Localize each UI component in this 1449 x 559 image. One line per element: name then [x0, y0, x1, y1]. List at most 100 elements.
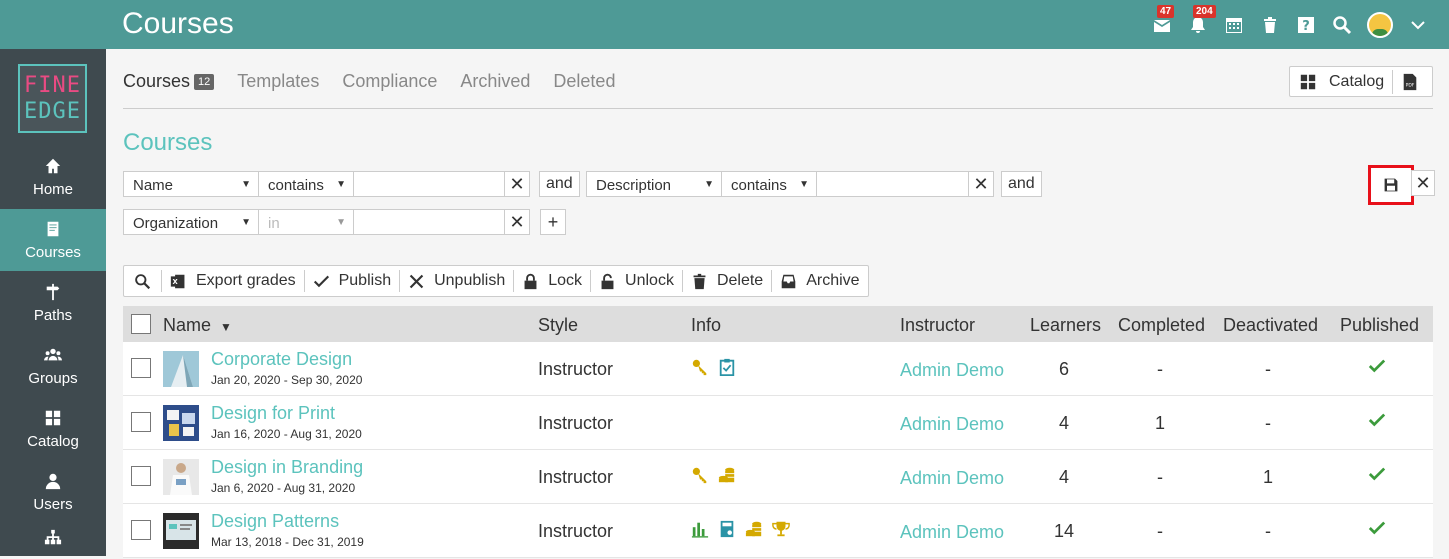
instructor-link[interactable]: Admin Demo [900, 522, 1004, 543]
export-grades-button[interactable]: X Export grades [162, 266, 304, 296]
svg-text:X: X [172, 278, 178, 286]
instructor-link[interactable]: Admin Demo [900, 360, 1004, 381]
course-name-link[interactable]: Corporate Design [211, 349, 352, 370]
sidebar-item-groups[interactable]: Groups [0, 335, 106, 397]
sidebar-item-home[interactable]: Home [0, 146, 106, 208]
column-header-name-label: Name [163, 315, 212, 335]
sidebar-item-paths[interactable]: Paths [0, 272, 106, 334]
filter-operator-select-1[interactable]: contains [258, 171, 354, 197]
tab-templates[interactable]: Templates [237, 71, 319, 92]
table-row[interactable]: Corporate Design Jan 20, 2020 - Sep 30, … [123, 342, 1433, 396]
column-header-completed[interactable]: Completed [1118, 315, 1205, 336]
published-check-icon [1368, 413, 1386, 427]
row-checkbox[interactable] [131, 358, 151, 378]
course-thumbnail[interactable] [163, 405, 199, 441]
sidebar-item-courses[interactable]: Courses [0, 209, 106, 271]
course-thumbnail[interactable] [163, 513, 199, 549]
filter-value-input-2[interactable] [816, 171, 969, 197]
filter-and-button[interactable]: and [1001, 171, 1042, 197]
tab-courses[interactable]: Courses 12 [123, 71, 215, 92]
filter-field-select-1[interactable]: Name [123, 171, 259, 197]
course-thumbnail[interactable] [163, 459, 199, 495]
row-checkbox[interactable] [131, 412, 151, 432]
learners-count: 14 [1053, 521, 1075, 541]
sort-down-icon: ▼ [220, 320, 232, 334]
table-row[interactable]: Design in Branding Jan 6, 2020 - Aug 31,… [123, 450, 1433, 504]
excel-icon: X [170, 274, 185, 288]
course-dates: Jan 6, 2020 - Aug 31, 2020 [211, 481, 356, 495]
column-header-published[interactable]: Published [1340, 315, 1419, 336]
unlock-icon [601, 273, 614, 289]
filter-value-input-1[interactable] [353, 171, 505, 197]
course-name-link[interactable]: Design in Branding [211, 457, 363, 478]
column-header-instructor[interactable]: Instructor [900, 315, 975, 336]
add-filter-button[interactable]: + [540, 209, 566, 235]
tab-archived[interactable]: Archived [460, 71, 530, 92]
select-all-checkbox[interactable] [131, 314, 151, 334]
envelope-icon[interactable]: 47 [1151, 4, 1175, 36]
tab-compliance[interactable]: Compliance [342, 71, 437, 92]
course-name-link[interactable]: Design Patterns [211, 511, 339, 532]
calendar-icon[interactable] [1223, 14, 1245, 36]
archive-button[interactable]: Archive [772, 266, 867, 296]
filter-field-select-2[interactable]: Description [586, 171, 722, 197]
course-style: Instructor [538, 359, 614, 379]
chevron-down-icon[interactable] [1407, 14, 1429, 36]
sidebar-item-label: Users [33, 495, 73, 513]
search-button[interactable] [124, 266, 161, 296]
filter-operator-select-2[interactable]: contains [721, 171, 817, 197]
calculator-icon [720, 520, 734, 538]
archive-label: Archive [806, 272, 860, 289]
instructor-link[interactable]: Admin Demo [900, 414, 1004, 435]
deactivated-count: 1 [1262, 467, 1273, 487]
sidebar-item-hierarchy[interactable] [0, 519, 106, 559]
course-thumbnail[interactable] [163, 351, 199, 387]
trash-icon[interactable] [1259, 14, 1281, 36]
sidebar-item-catalog[interactable]: Catalog [0, 398, 106, 460]
instructor-link[interactable]: Admin Demo [900, 468, 1004, 489]
completed-count: - [1157, 521, 1163, 541]
help-icon[interactable]: ? [1295, 14, 1317, 36]
user-avatar[interactable] [1367, 11, 1393, 38]
lock-button[interactable]: Lock [514, 266, 590, 296]
search-icon[interactable] [1331, 14, 1353, 36]
home-icon [45, 158, 61, 173]
save-filter-button[interactable] [1368, 165, 1414, 205]
catalog-button[interactable]: Catalog [1290, 73, 1384, 91]
publish-button[interactable]: Publish [305, 266, 399, 296]
sidebar-item-users[interactable]: Users [0, 461, 106, 523]
tab-deleted[interactable]: Deleted [553, 71, 615, 92]
group-icon [44, 348, 62, 360]
completed-count: - [1157, 467, 1163, 487]
filter-and-button[interactable]: and [539, 171, 580, 197]
course-name-link[interactable]: Design for Print [211, 403, 335, 424]
filter-clear-icon[interactable]: ✕ [968, 171, 994, 197]
pdf-icon[interactable]: PDF [1401, 72, 1419, 92]
book-icon [47, 221, 59, 236]
column-header-name[interactable]: Name ▼ [163, 315, 232, 336]
filter-clear-icon[interactable]: ✕ [504, 209, 530, 235]
course-info-icons [691, 358, 736, 376]
bell-icon[interactable]: 204 [1187, 4, 1216, 36]
table-row[interactable]: Design Patterns Mar 13, 2018 - Dec 31, 2… [123, 504, 1433, 558]
column-header-deactivated[interactable]: Deactivated [1223, 315, 1318, 336]
row-checkbox[interactable] [131, 466, 151, 486]
sidebar-item-label: Courses [25, 243, 81, 261]
table-row[interactable]: Design for Print Jan 16, 2020 - Aug 31, … [123, 396, 1433, 450]
column-header-learners[interactable]: Learners [1030, 315, 1101, 336]
trophy-icon [772, 521, 790, 537]
close-filters-icon[interactable]: ✕ [1411, 170, 1435, 196]
row-checkbox[interactable] [131, 520, 151, 540]
filter-clear-icon[interactable]: ✕ [504, 171, 530, 197]
delete-button[interactable]: Delete [683, 266, 771, 296]
unlock-label: Unlock [625, 272, 674, 289]
app-title: Courses [122, 7, 234, 40]
unpublish-button[interactable]: Unpublish [400, 266, 513, 296]
logo[interactable]: FINE EDGE [18, 64, 87, 133]
key-icon [692, 359, 707, 376]
unlock-button[interactable]: Unlock [591, 266, 682, 296]
search-icon [135, 273, 151, 289]
filter-value-input-3[interactable] [353, 209, 505, 235]
filter-field-select-3[interactable]: Organization [123, 209, 259, 235]
column-header-style[interactable]: Style [538, 315, 578, 336]
